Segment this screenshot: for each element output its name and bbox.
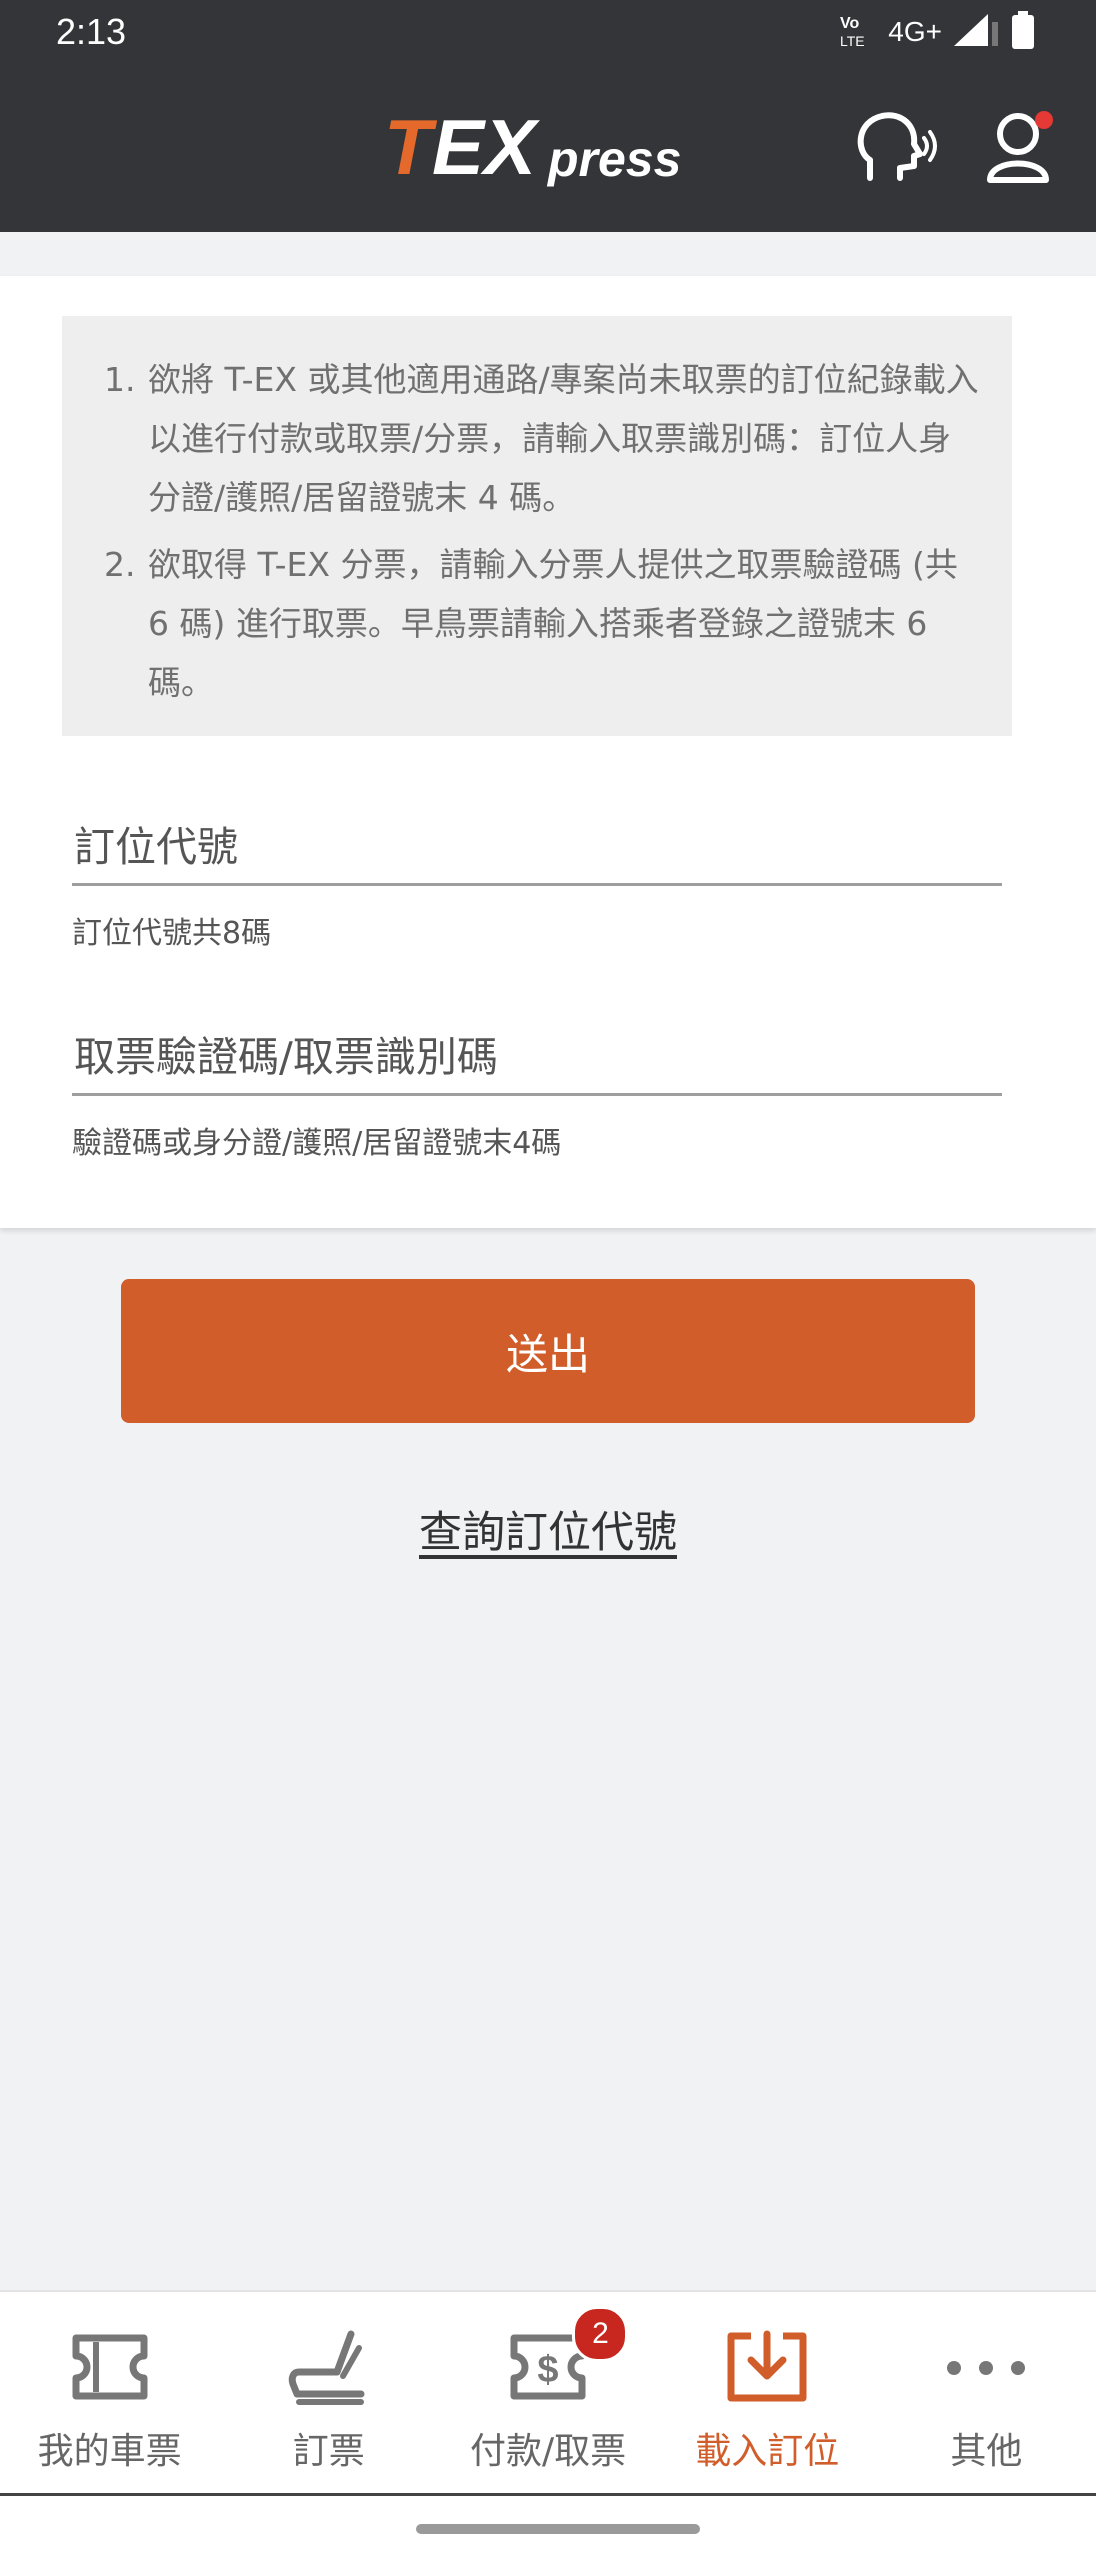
svg-text:$: $ bbox=[537, 2349, 558, 2391]
network-type: 4G+ bbox=[888, 16, 942, 47]
instruction-number: 2. bbox=[104, 545, 136, 584]
nav-label: 載入訂位 bbox=[695, 2431, 840, 2472]
nav-item-more[interactable]: 其他 bbox=[877, 2292, 1096, 2493]
svg-text:T: T bbox=[384, 106, 438, 190]
verification-code-hint: 驗證碼或身分證/護照/居留證號末4碼 bbox=[72, 1126, 562, 1161]
instruction-number: 1. bbox=[104, 360, 136, 399]
instruction-list: 1. 欲將 T-EX 或其他適用通路/專案尚未取票的訂位紀錄載入以進行付款或取票… bbox=[102, 350, 982, 720]
divider-strip bbox=[0, 232, 1096, 276]
payment-badge: 2 bbox=[572, 2306, 629, 2362]
instruction-text: 欲取得 T-EX 分票，請輸入分票人提供之取票驗證碼 (共 6 碼) 進行取票。… bbox=[148, 545, 958, 702]
battery-icon bbox=[1010, 10, 1036, 54]
instruction-text: 欲將 T-EX 或其他適用通路/專案尚未取票的訂位紀錄載入以進行付款或取票/分票… bbox=[148, 360, 979, 517]
notification-dot bbox=[1035, 111, 1053, 129]
account-icon bbox=[987, 111, 1053, 183]
nav-item-load-booking[interactable]: 載入訂位 bbox=[658, 2292, 877, 2493]
nav-item-my-tickets[interactable]: 我的車票 bbox=[0, 2292, 219, 2493]
download-tray-icon bbox=[727, 2330, 807, 2402]
svg-text:LTE: LTE bbox=[840, 33, 865, 49]
booking-code-input[interactable] bbox=[72, 810, 1002, 886]
submit-button[interactable]: 送出 bbox=[121, 1279, 975, 1423]
verification-code-input[interactable] bbox=[72, 1020, 1002, 1096]
home-gesture-bar[interactable] bbox=[416, 2524, 700, 2534]
instruction-item: 1. 欲將 T-EX 或其他適用通路/專案尚未取票的訂位紀錄載入以進行付款或取票… bbox=[102, 350, 982, 527]
nav-item-book-ticket[interactable]: 訂票 bbox=[219, 2292, 438, 2493]
texpress-logo: T EX press bbox=[384, 106, 681, 190]
support-voice-icon bbox=[857, 112, 937, 181]
nav-label: 其他 bbox=[950, 2431, 1023, 2472]
seat-icon bbox=[288, 2330, 365, 2405]
more-icon bbox=[947, 2361, 1026, 2375]
signal-icon bbox=[952, 12, 1000, 52]
volte-icon: Vo LTE bbox=[838, 10, 878, 54]
verification-code-field: 驗證碼或身分證/護照/居留證號末4碼 bbox=[72, 1020, 1002, 1164]
status-bar: 2:13 Vo LTE 4G+ bbox=[0, 0, 1096, 64]
status-time: 2:13 bbox=[56, 11, 127, 52]
nav-label: 訂票 bbox=[292, 2431, 365, 2472]
ticket-icon bbox=[72, 2334, 148, 2400]
svg-text:press: press bbox=[546, 131, 681, 187]
booking-code-field: 訂位代號共8碼 bbox=[72, 810, 1002, 954]
booking-code-hint: 訂位代號共8碼 bbox=[72, 916, 272, 951]
lookup-booking-code-label[interactable]: 查詢訂位代號 bbox=[419, 1508, 677, 1558]
nav-label: 我的車票 bbox=[37, 2431, 182, 2472]
instruction-notice: 1. 欲將 T-EX 或其他適用通路/專案尚未取票的訂位紀錄載入以進行付款或取票… bbox=[62, 316, 1012, 736]
customer-service-button[interactable] bbox=[850, 108, 940, 188]
lookup-booking-code-link[interactable]: 查詢訂位代號 bbox=[0, 1498, 1096, 1560]
app-header: T EX press bbox=[0, 64, 1096, 232]
status-icons: Vo LTE 4G+ bbox=[838, 10, 1036, 54]
account-button[interactable] bbox=[984, 108, 1060, 188]
nav-label: 付款/取票 bbox=[469, 2431, 627, 2472]
bottom-nav: 我的車票 訂票 $ 2 付款/取票 載入訂位 其他 bbox=[0, 2290, 1096, 2496]
svg-text:Vo: Vo bbox=[840, 15, 859, 32]
gesture-area bbox=[0, 2496, 1096, 2560]
nav-item-payment-pickup[interactable]: $ 2 付款/取票 bbox=[438, 2292, 657, 2493]
instruction-item: 2. 欲取得 T-EX 分票，請輸入分票人提供之取票驗證碼 (共 6 碼) 進行… bbox=[102, 535, 982, 712]
load-booking-form: 1. 欲將 T-EX 或其他適用通路/專案尚未取票的訂位紀錄載入以進行付款或取票… bbox=[0, 276, 1096, 1228]
svg-text:EX: EX bbox=[432, 106, 540, 190]
